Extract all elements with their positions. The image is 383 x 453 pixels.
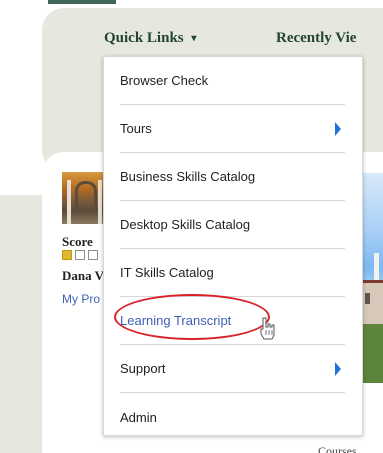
my-profile-link[interactable]: My Pro	[62, 292, 100, 306]
menu-item-business-skills-catalog[interactable]: Business Skills Catalog	[120, 153, 345, 201]
menu-item-label: Browser Check	[120, 73, 209, 88]
quick-links-menu: Browser Check Tours Business Skills Cata…	[103, 56, 363, 436]
menu-item-support[interactable]: Support	[120, 345, 345, 393]
menu-item-label: IT Skills Catalog	[120, 265, 214, 280]
campus-photo-window	[365, 293, 370, 304]
profile-photo-column-left	[67, 180, 71, 224]
menu-item-browser-check[interactable]: Browser Check	[120, 57, 345, 105]
quick-links-label: Quick Links	[104, 30, 184, 46]
score-indicator	[62, 250, 98, 260]
caret-down-icon: ▾	[191, 33, 197, 44]
courses-label: Courses	[318, 444, 357, 453]
menu-item-admin[interactable]: Admin	[120, 393, 345, 441]
menu-item-tours[interactable]: Tours	[120, 105, 345, 153]
hand-pointer-icon	[260, 317, 275, 340]
menu-item-label: Business Skills Catalog	[120, 169, 256, 184]
menu-item-label: Learning Transcript	[120, 313, 232, 328]
menu-item-label: Desktop Skills Catalog	[120, 217, 251, 232]
menu-item-label: Support	[120, 361, 166, 376]
score-label: Score	[62, 234, 93, 249]
chevron-right-icon	[335, 122, 341, 136]
recently-viewed-nav[interactable]: Recently Vie	[276, 30, 356, 47]
user-name: Dana V	[62, 268, 105, 283]
profile-photo	[62, 172, 106, 224]
menu-item-label: Tours	[120, 121, 152, 136]
score-box-empty	[75, 250, 85, 260]
menu-item-it-skills-catalog[interactable]: IT Skills Catalog	[120, 249, 345, 297]
profile-photo-arch	[75, 181, 97, 212]
chevron-right-icon	[335, 362, 341, 376]
quick-links-nav[interactable]: Quick Links ▾	[104, 30, 196, 47]
menu-item-desktop-skills-catalog[interactable]: Desktop Skills Catalog	[120, 201, 345, 249]
menu-item-learning-transcript[interactable]: Learning Transcript	[120, 297, 345, 345]
top-accent-bar	[48, 0, 116, 4]
profile-photo-column-right	[98, 180, 102, 224]
page: Quick Links ▾ Recently Vie g I Score Dan…	[0, 0, 383, 453]
score-box-empty	[88, 250, 98, 260]
recently-viewed-label: Recently Vie	[276, 30, 357, 46]
menu-item-label: Admin	[120, 409, 157, 425]
score-box-filled	[62, 250, 72, 260]
